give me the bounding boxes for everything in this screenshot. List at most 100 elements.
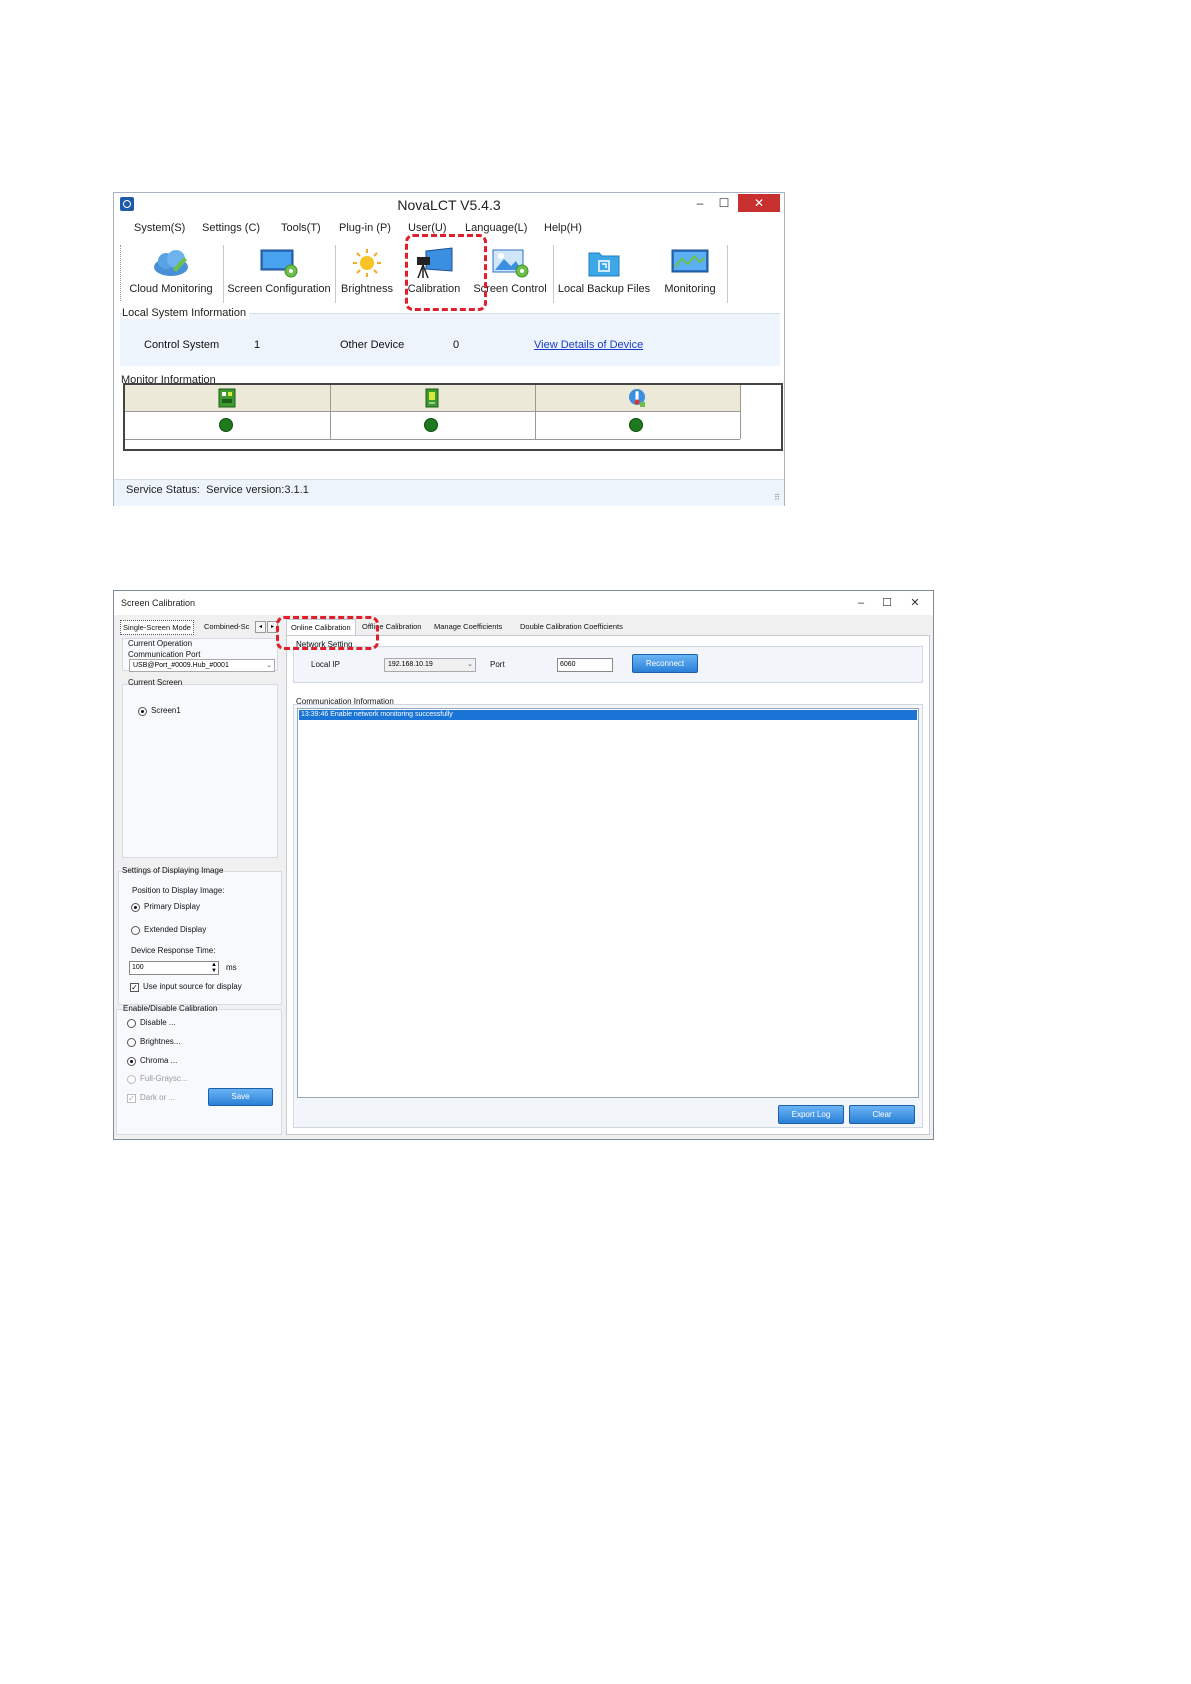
service-version-text: Service version:3.1.1 xyxy=(206,484,309,496)
clear-button[interactable]: Clear xyxy=(849,1105,915,1124)
brightness-radio[interactable] xyxy=(127,1038,136,1047)
menu-system[interactable]: System(S) xyxy=(134,222,185,234)
receiving-card-status-indicator xyxy=(424,418,438,432)
primary-display-radio[interactable] xyxy=(131,903,140,912)
picture-gear-icon xyxy=(492,249,529,278)
monitor-table xyxy=(123,383,783,451)
service-status-text: Service Status: xyxy=(126,484,200,496)
screen1-radio[interactable] xyxy=(138,707,147,716)
communication-log[interactable]: 13:39:46 Enable network monitoring succe… xyxy=(297,708,919,1098)
disable-radio[interactable] xyxy=(127,1019,136,1028)
toolbar-label: Local Backup Files xyxy=(557,283,651,295)
calibration-highlight-box xyxy=(405,234,487,311)
full-grayscale-label: Full-Graysc... xyxy=(140,1074,188,1083)
menu-plugin[interactable]: Plug-in (P) xyxy=(339,222,391,234)
online-calibration-highlight-box xyxy=(276,616,379,650)
brightness-label: Brightnes... xyxy=(140,1037,181,1046)
local-ip-select[interactable]: 192.168.10.19 ⌄ xyxy=(384,658,476,672)
chevron-down-icon: ⌄ xyxy=(467,661,473,668)
response-time-label: Device Response Time: xyxy=(131,946,216,955)
temperature-status-indicator xyxy=(629,418,643,432)
chart-monitor-icon xyxy=(671,249,709,273)
view-details-link[interactable]: View Details of Device xyxy=(534,339,643,351)
enable-disable-title: Enable/Disable Calibration xyxy=(123,1004,218,1013)
receiving-card-icon xyxy=(425,388,439,408)
other-device-label: Other Device xyxy=(340,339,405,351)
toolbar-label: Brightness xyxy=(341,283,393,295)
extended-display-radio[interactable] xyxy=(131,926,140,935)
tab-single-screen-mode[interactable]: Single-Screen Mode xyxy=(120,620,194,635)
current-operation-title: Current Operation xyxy=(128,639,193,648)
disable-label: Disable ... xyxy=(140,1018,176,1027)
dark-or-checkbox[interactable]: ✓ xyxy=(127,1094,136,1103)
extended-display-label: Extended Display xyxy=(144,925,207,934)
comm-port-label: Communication Port xyxy=(128,650,201,659)
toolbar-label: Screen Configuration xyxy=(227,283,331,295)
response-time-value: 100 xyxy=(132,964,144,971)
window-title: NovaLCT V5.4.3 xyxy=(397,197,501,213)
service-status-label: Service Status: Service version:3.1.1 xyxy=(126,484,309,496)
local-system-title: Local System Information xyxy=(122,307,250,319)
response-time-stepper[interactable]: 100 ▲ ▼ xyxy=(129,961,219,975)
title-bar: Screen Calibration – ☐ ✕ xyxy=(114,591,933,615)
use-input-checkbox[interactable]: ✓ xyxy=(130,983,139,992)
toolbar-screen-configuration[interactable]: Screen Configuration xyxy=(225,245,333,301)
comm-port-select[interactable]: USB@Port_#0009.Hub_#0001 ⌄ xyxy=(129,659,275,672)
monitor-gear-icon xyxy=(260,249,298,278)
menu-settings[interactable]: Settings (C) xyxy=(202,222,260,234)
toolbar-label: Cloud Monitoring xyxy=(129,283,213,295)
local-ip-value: 192.168.10.19 xyxy=(388,661,433,668)
stepper-arrows-icon[interactable]: ▲ ▼ xyxy=(211,962,217,974)
local-ip-label: Local IP xyxy=(311,660,340,669)
menu-tools[interactable]: Tools(T) xyxy=(281,222,321,234)
toolbar-brightness[interactable]: Brightness xyxy=(337,245,397,301)
dark-or-label: Dark or ... xyxy=(140,1093,176,1102)
screen1-label: Screen1 xyxy=(151,706,181,715)
window-title: Screen Calibration xyxy=(121,598,196,608)
display-settings-title: Settings of Displaying Image xyxy=(122,866,224,875)
port-input[interactable]: 6060 xyxy=(557,658,613,672)
control-system-label: Control System xyxy=(144,339,220,351)
sun-icon xyxy=(353,249,381,277)
minimize-button[interactable]: – xyxy=(688,194,712,212)
save-button[interactable]: Save xyxy=(208,1088,273,1106)
use-input-label: Use input source for display xyxy=(143,982,242,991)
communication-title: Communication Information xyxy=(296,697,394,706)
toolbar-cloud-monitoring[interactable]: Cloud Monitoring xyxy=(121,245,221,301)
toolbar-local-backup-files[interactable]: Local Backup Files xyxy=(555,245,653,301)
menu-language[interactable]: Language(L) xyxy=(465,222,527,234)
enable-disable-panel xyxy=(116,1009,282,1135)
chroma-label: Chroma ... xyxy=(140,1056,178,1065)
close-button[interactable]: ✕ xyxy=(905,595,925,611)
sending-card-status-indicator xyxy=(219,418,233,432)
chevron-down-icon: ⌄ xyxy=(266,662,272,669)
cloud-icon xyxy=(154,250,188,276)
export-log-button[interactable]: Export Log xyxy=(778,1105,844,1124)
current-screen-title: Current Screen xyxy=(128,678,183,687)
tab-double-calibration-coefficients[interactable]: Double Calibration Coefficients xyxy=(520,619,623,634)
maximize-button[interactable]: ☐ xyxy=(712,194,736,212)
menu-help[interactable]: Help(H) xyxy=(544,222,582,234)
screen-calibration-window: Screen Calibration – ☐ ✕ Single-Screen M… xyxy=(113,590,934,1140)
full-grayscale-radio[interactable] xyxy=(127,1075,136,1084)
tab-combined-screen[interactable]: Combined-Sc xyxy=(202,620,251,633)
minimize-button[interactable]: – xyxy=(851,595,871,611)
tab-manage-coefficients[interactable]: Manage Coefficients xyxy=(434,619,502,634)
other-device-value: 0 xyxy=(453,339,460,351)
primary-display-label: Primary Display xyxy=(144,902,201,911)
close-button[interactable]: ✕ xyxy=(738,194,780,212)
tab-scroll-left-icon[interactable]: ◂ xyxy=(255,621,266,633)
resize-grip-icon[interactable]: ⠿ xyxy=(774,493,780,502)
position-label: Position to Display Image: xyxy=(132,886,225,895)
chroma-radio[interactable] xyxy=(127,1057,136,1066)
toolbar-monitoring[interactable]: Monitoring xyxy=(655,245,725,301)
control-system-value: 1 xyxy=(254,339,261,351)
log-line[interactable]: 13:39:46 Enable network monitoring succe… xyxy=(299,710,917,720)
maximize-button[interactable]: ☐ xyxy=(877,595,897,611)
title-bar: NovaLCT V5.4.3 – ☐ ✕ xyxy=(114,193,784,215)
menu-user[interactable]: User(U) xyxy=(408,222,447,234)
port-label: Port xyxy=(490,660,505,669)
sending-card-icon xyxy=(218,388,236,408)
folder-icon xyxy=(588,252,620,277)
reconnect-button[interactable]: Reconnect xyxy=(632,654,698,673)
